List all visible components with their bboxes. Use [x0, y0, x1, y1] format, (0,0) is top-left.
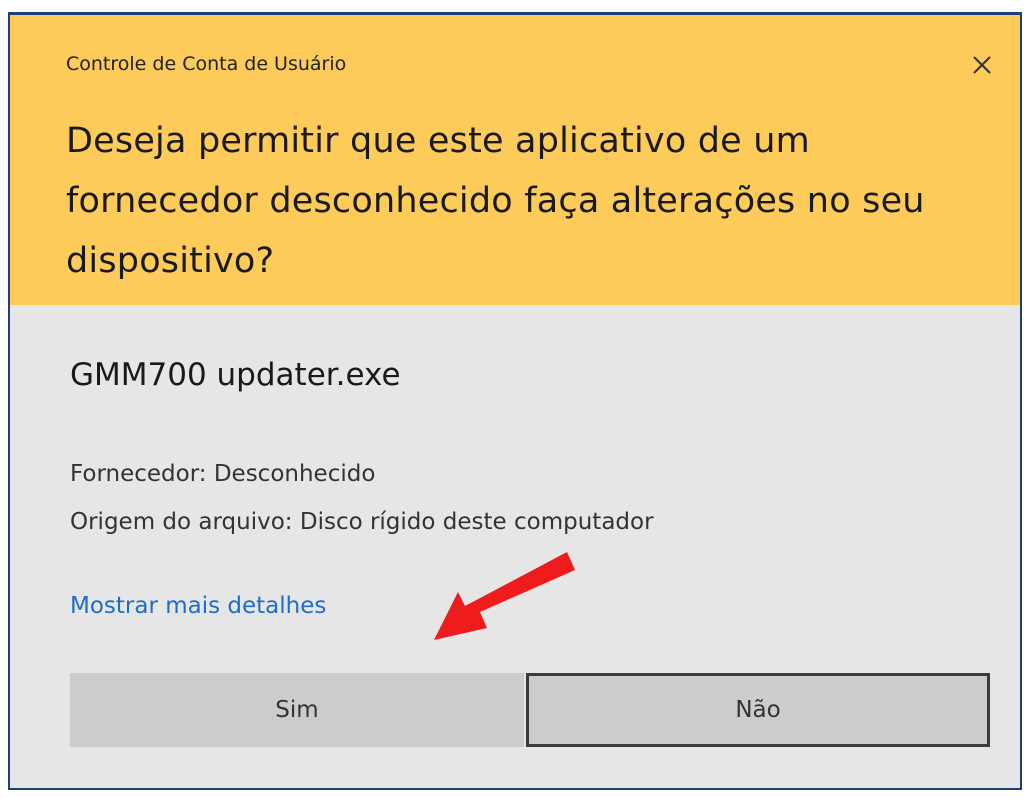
publisher-info: Fornecedor: Desconhecido — [70, 461, 376, 487]
file-origin-info: Origem do arquivo: Disco rígido deste co… — [70, 509, 654, 535]
close-button[interactable] — [962, 45, 1002, 85]
no-button[interactable]: Não — [526, 673, 990, 747]
dialog-header: Controle de Conta de Usuário Deseja perm… — [10, 15, 1020, 305]
yes-button[interactable]: Sim — [70, 673, 524, 747]
app-name: GMM700 updater.exe — [70, 357, 401, 393]
uac-dialog: Controle de Conta de Usuário Deseja perm… — [8, 12, 1022, 790]
show-more-details-link[interactable]: Mostrar mais detalhes — [70, 593, 326, 619]
dialog-title: Controle de Conta de Usuário — [66, 53, 347, 75]
screen: Controle de Conta de Usuário Deseja perm… — [0, 0, 1032, 798]
close-icon — [973, 56, 991, 74]
dialog-question: Deseja permitir que este aplicativo de u… — [66, 121, 925, 281]
